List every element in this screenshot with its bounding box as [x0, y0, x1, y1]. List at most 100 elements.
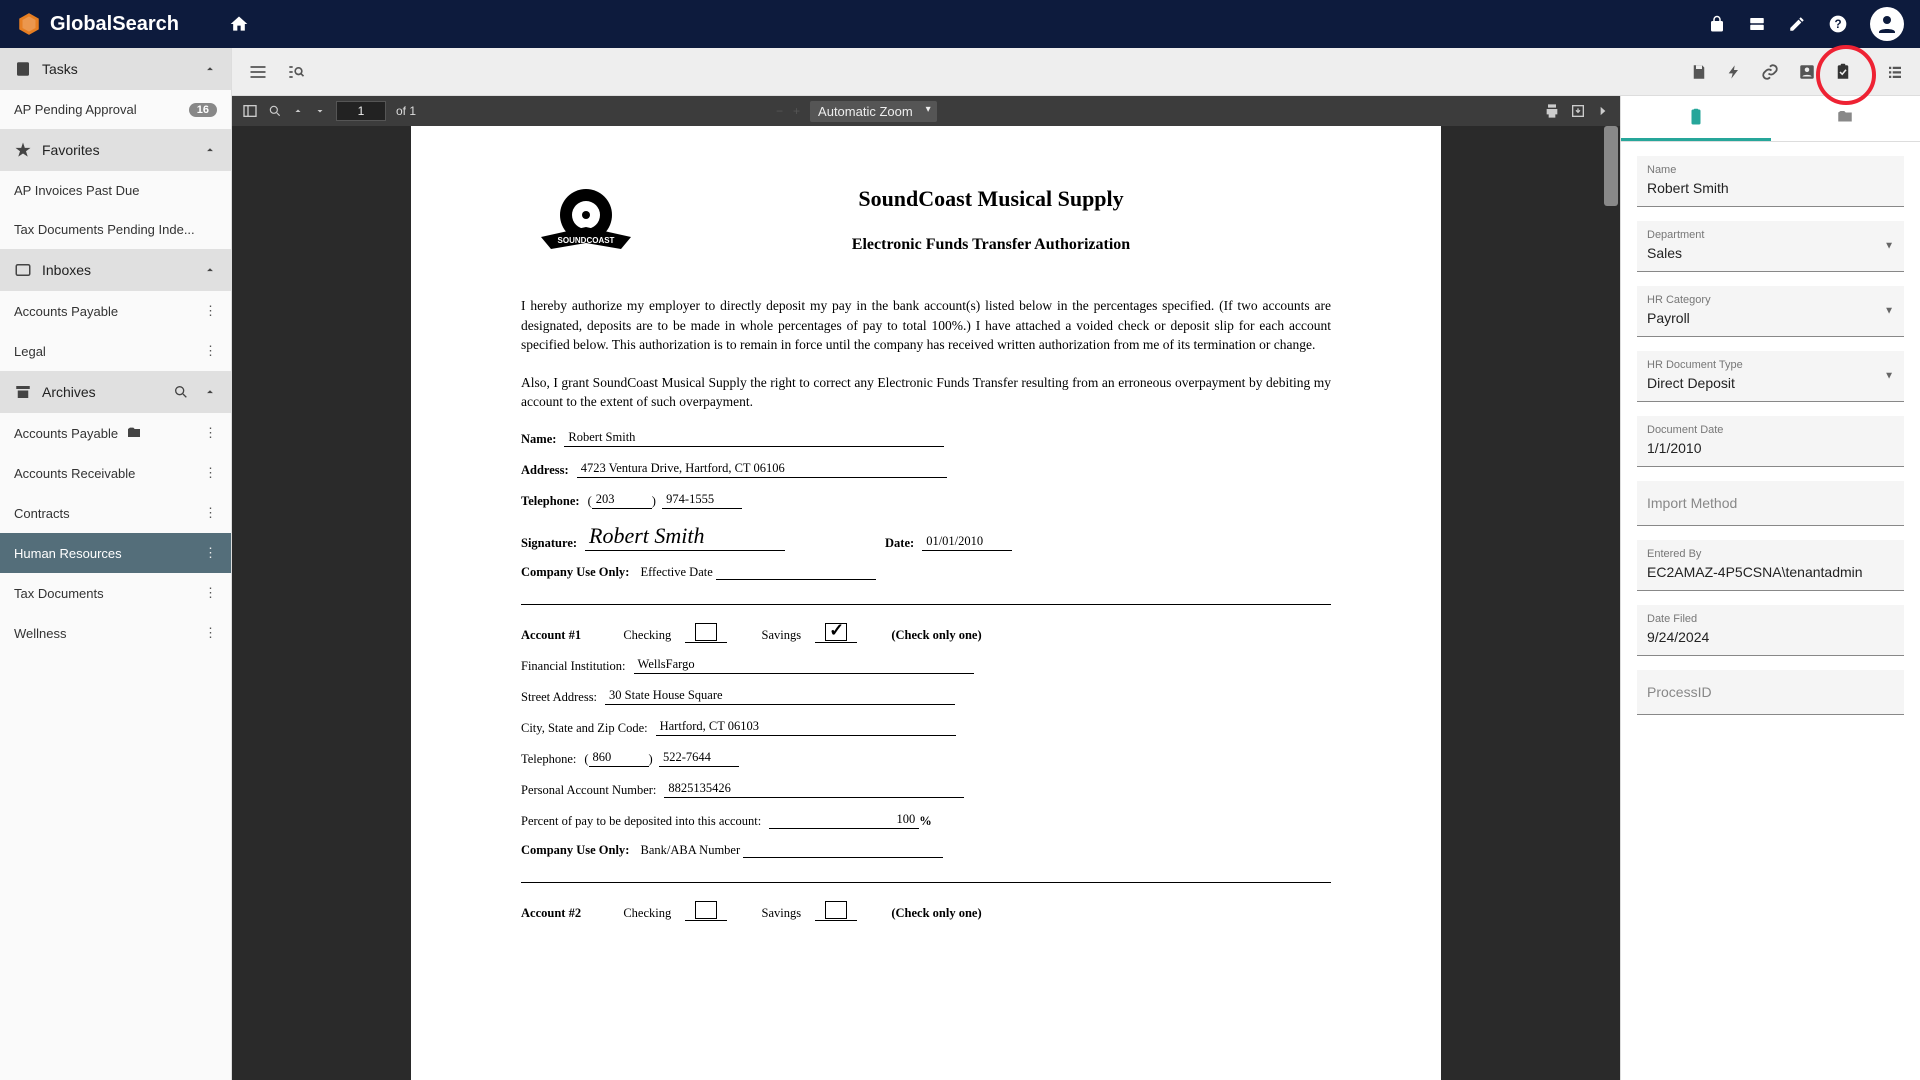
section-label: Tasks: [42, 61, 78, 77]
app-logo[interactable]: GlobalSearch: [16, 11, 179, 37]
more-icon[interactable]: ⋮: [204, 343, 217, 359]
prop-field-import-method[interactable]: Import Method: [1637, 481, 1904, 526]
menu-icon[interactable]: [248, 62, 268, 82]
doc-para-1: I hereby authorize my employer to direct…: [521, 296, 1331, 355]
sidebar-item-archive-contracts[interactable]: Contracts⋮: [0, 493, 231, 533]
section-label: Favorites: [42, 142, 100, 158]
page-total: of 1: [396, 104, 416, 118]
prop-value: Direct Deposit: [1647, 375, 1894, 393]
prop-field-hr-document-type[interactable]: HR Document TypeDirect Deposit▼: [1637, 351, 1904, 402]
chevron-up-icon: [203, 143, 217, 157]
prop-label: ProcessID: [1647, 684, 1894, 700]
list-icon[interactable]: [1886, 63, 1904, 81]
server-icon[interactable]: [1748, 15, 1766, 33]
user-card-icon[interactable]: [1798, 63, 1816, 81]
more-tools-icon[interactable]: [1596, 104, 1610, 118]
sidebar-section-inboxes[interactable]: Inboxes: [0, 249, 231, 291]
prop-label: Date Filed: [1647, 613, 1894, 625]
sidebar-item-archive-hr[interactable]: Human Resources ⋮: [0, 533, 231, 573]
chevron-down-icon: ▼: [1884, 371, 1894, 382]
sidebar-item-inbox-ap[interactable]: Accounts Payable⋮: [0, 291, 231, 331]
link-icon[interactable]: [1760, 63, 1780, 81]
item-label: Accounts Payable: [14, 426, 118, 441]
sidebar-item-archive-tax[interactable]: Tax Documents ⋮: [0, 573, 231, 613]
main-area: of 1 − + Automatic Zoom SOUNDCO: [232, 48, 1920, 1080]
prop-value: EC2AMAZ-4P5CSNA\tenantadmin: [1647, 564, 1894, 582]
prop-field-hr-category[interactable]: HR CategoryPayroll▼: [1637, 286, 1904, 337]
more-icon[interactable]: ⋮: [204, 303, 217, 319]
more-icon[interactable]: ⋮: [204, 505, 217, 521]
more-icon[interactable]: ⋮: [204, 625, 217, 641]
print-icon[interactable]: [1544, 103, 1560, 119]
lock-icon[interactable]: [1708, 15, 1726, 33]
item-label: Accounts Receivable: [14, 466, 135, 481]
prev-page-icon[interactable]: [292, 105, 304, 117]
prop-label: Import Method: [1647, 495, 1894, 511]
prop-value: Sales: [1647, 245, 1894, 263]
save-icon[interactable]: [1690, 63, 1708, 81]
sidebar-toggle-icon[interactable]: [242, 103, 258, 119]
doc-para-2: Also, I grant SoundCoast Musical Supply …: [521, 373, 1331, 412]
download-icon[interactable]: [1570, 103, 1586, 119]
viewer-toolbar: of 1 − + Automatic Zoom: [232, 96, 1620, 126]
prop-label: HR Category: [1647, 294, 1894, 306]
sidebar-item-ap-pending[interactable]: AP Pending Approval 16: [0, 90, 231, 129]
prop-field-date-filed[interactable]: Date Filed 9/24/2024: [1637, 605, 1904, 656]
prop-field-name[interactable]: NameRobert Smith: [1637, 156, 1904, 207]
next-page-icon[interactable]: [314, 105, 326, 117]
chevron-down-icon: ▼: [1884, 306, 1894, 317]
sidebar-item-fav-tax[interactable]: Tax Documents Pending Inde...: [0, 210, 231, 249]
tab-files[interactable]: [1771, 96, 1920, 141]
prop-field-entered-by[interactable]: Entered By EC2AMAZ-4P5CSNA\tenantadmin: [1637, 540, 1904, 591]
item-label: AP Invoices Past Due: [14, 183, 140, 198]
more-icon[interactable]: ⋮: [204, 465, 217, 481]
sidebar-item-inbox-legal[interactable]: Legal⋮: [0, 331, 231, 371]
item-label: Wellness: [14, 626, 67, 641]
star-icon: [14, 141, 32, 159]
prop-field-document-date[interactable]: Document Date1/1/2010: [1637, 416, 1904, 467]
more-icon[interactable]: ⋮: [204, 425, 217, 441]
logo-icon: [16, 11, 42, 37]
zoom-in-icon[interactable]: +: [793, 104, 800, 118]
tab-metadata[interactable]: [1621, 96, 1771, 141]
zoom-select[interactable]: Automatic Zoom: [810, 101, 937, 122]
page-number-input[interactable]: [336, 101, 386, 121]
sidebar-section-archives[interactable]: Archives: [0, 371, 231, 413]
search-icon[interactable]: [268, 104, 282, 118]
zoom-out-icon[interactable]: −: [776, 104, 783, 118]
sidebar-item-archive-ar[interactable]: Accounts Receivable ⋮: [0, 453, 231, 493]
document-scroll[interactable]: SOUNDCOAST SoundCoast Musical Supply Ele…: [232, 126, 1620, 1080]
help-icon[interactable]: ?: [1828, 14, 1848, 34]
bolt-icon[interactable]: [1726, 63, 1742, 81]
more-icon[interactable]: ⋮: [204, 545, 217, 561]
sidebar-item-archive-ap[interactable]: Accounts Payable ⋮: [0, 413, 231, 453]
prop-label: Entered By: [1647, 548, 1894, 560]
company-logo: SOUNDCOAST: [521, 186, 651, 266]
home-icon[interactable]: [229, 14, 249, 34]
edit-square-icon[interactable]: [1788, 15, 1806, 33]
section-label: Inboxes: [42, 262, 91, 278]
sidebar-section-tasks[interactable]: Tasks: [0, 48, 231, 90]
section-label: Archives: [42, 384, 96, 400]
item-label: Human Resources: [14, 546, 122, 561]
sidebar-item-archive-wellness[interactable]: Wellness ⋮: [0, 613, 231, 653]
chevron-down-icon: ▼: [1884, 241, 1894, 252]
prop-field-processid[interactable]: ProcessID: [1637, 670, 1904, 715]
user-avatar[interactable]: [1870, 7, 1904, 41]
chevron-up-icon: [203, 263, 217, 277]
clipboard-check-icon[interactable]: [1834, 63, 1852, 81]
prop-label: Department: [1647, 229, 1894, 241]
prop-value: 9/24/2024: [1647, 629, 1894, 647]
scrollbar-handle[interactable]: [1604, 126, 1618, 206]
item-label: Tax Documents: [14, 586, 104, 601]
doc-title: Electronic Funds Transfer Authorization: [651, 236, 1331, 254]
search-icon[interactable]: [173, 384, 189, 400]
prop-value: Robert Smith: [1647, 180, 1894, 198]
sidebar-item-fav-invoices[interactable]: AP Invoices Past Due: [0, 171, 231, 210]
more-icon[interactable]: ⋮: [204, 585, 217, 601]
inspect-icon[interactable]: [286, 62, 306, 82]
prop-field-department[interactable]: Department Sales▼: [1637, 221, 1904, 272]
document-page: SOUNDCOAST SoundCoast Musical Supply Ele…: [411, 126, 1441, 1080]
doc-company: SoundCoast Musical Supply: [651, 186, 1331, 212]
sidebar-section-favorites[interactable]: Favorites: [0, 129, 231, 171]
